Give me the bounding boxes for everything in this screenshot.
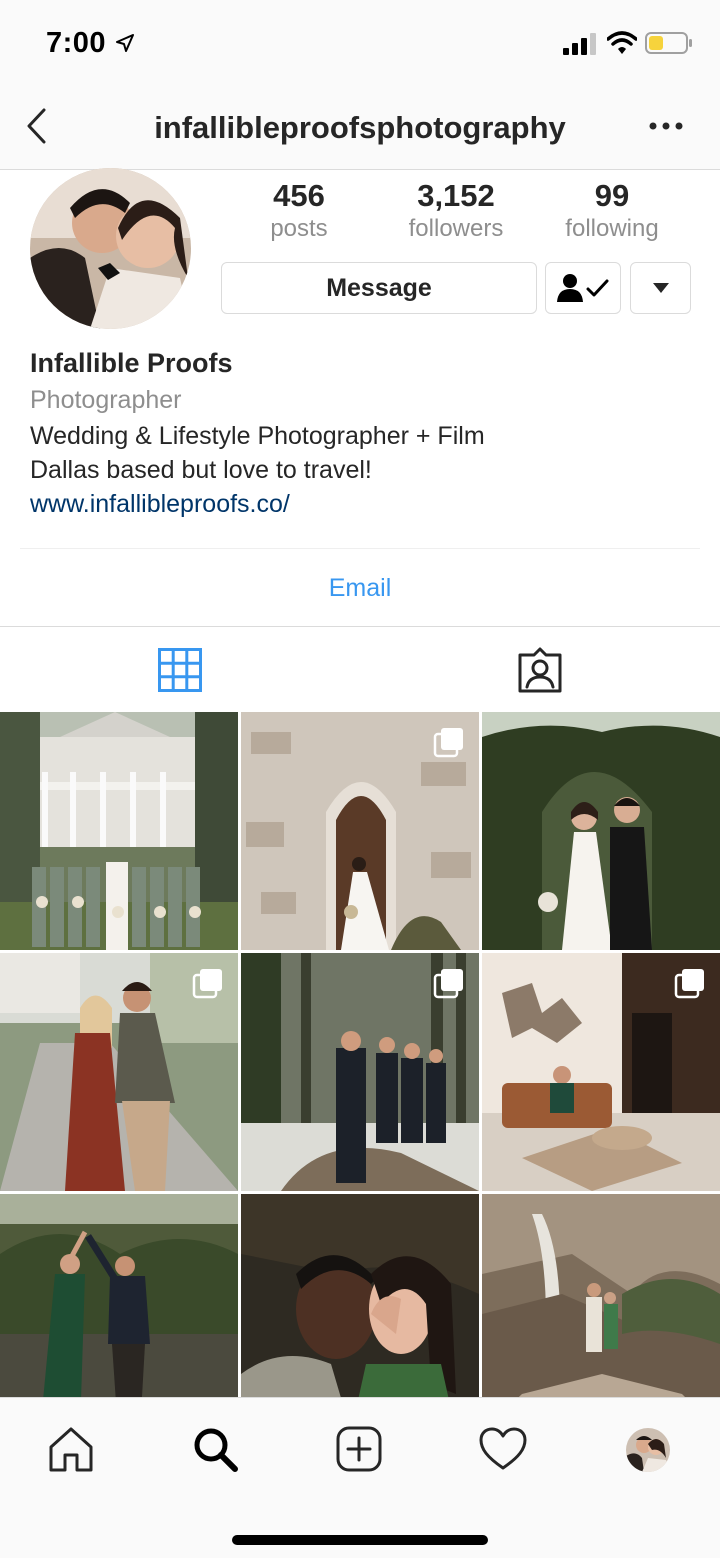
profile-avatar[interactable]: [30, 168, 191, 329]
suggestions-dropdown-button[interactable]: [630, 262, 691, 314]
profile-header-bar: infallibleproofsphotography: [0, 88, 720, 170]
tagged-person-icon: [518, 647, 562, 692]
message-button[interactable]: Message: [221, 262, 537, 314]
tab-tagged[interactable]: [360, 627, 720, 712]
multiple-photos-icon: [433, 728, 463, 758]
status-bar: 7:00: [0, 0, 720, 88]
posts-count-value: 456: [273, 178, 325, 213]
post-thumbnail[interactable]: [482, 953, 720, 1191]
search-tab[interactable]: [190, 1424, 240, 1474]
person-check-icon: [557, 274, 609, 302]
wifi-icon: [607, 31, 637, 54]
home-icon: [49, 1427, 93, 1472]
bottom-tab-bar: [0, 1397, 720, 1558]
bio-line: Dallas based but love to travel!: [30, 456, 372, 484]
tab-grid[interactable]: [0, 627, 360, 712]
following-count-label: following: [565, 215, 659, 242]
email-button[interactable]: Email: [0, 550, 720, 626]
followers-count[interactable]: 3,152 followers: [386, 178, 526, 244]
website-link[interactable]: www.infallibleproofs.co/: [30, 490, 290, 519]
search-icon: [194, 1428, 238, 1472]
post-thumbnail[interactable]: [0, 712, 238, 950]
followers-count-label: followers: [408, 215, 504, 242]
activity-tab[interactable]: [478, 1424, 528, 1474]
home-indicator: [232, 1535, 488, 1545]
heart-icon: [479, 1427, 527, 1470]
signal-icon: [563, 33, 596, 55]
following-status-button[interactable]: [545, 262, 621, 314]
multiple-photos-icon: [433, 969, 463, 999]
followers-count-value: 3,152: [417, 178, 495, 213]
posts-count-label: posts: [270, 215, 328, 242]
posts-count[interactable]: 456 posts: [229, 178, 369, 244]
caret-down-icon: [652, 283, 669, 293]
following-count-value: 99: [594, 178, 630, 213]
profile-tab-avatar[interactable]: [626, 1428, 670, 1472]
post-thumbnail[interactable]: [241, 953, 479, 1191]
profile-username: infallibleproofsphotography: [154, 110, 566, 145]
battery-icon: [645, 32, 692, 54]
post-thumbnail[interactable]: [482, 712, 720, 950]
multiple-photos-icon: [674, 969, 704, 999]
post-thumbnail[interactable]: [241, 712, 479, 950]
home-tab[interactable]: [46, 1424, 96, 1474]
profile-category: Photographer: [30, 386, 182, 414]
post-thumbnail[interactable]: [0, 953, 238, 1191]
status-time: 7:00: [46, 27, 107, 59]
posts-grid: [0, 712, 720, 1432]
following-count[interactable]: 99 following: [542, 178, 682, 244]
bio-line: Wedding & Lifestyle Photographer + Film: [30, 422, 485, 450]
location-arrow-icon: [116, 34, 134, 52]
ellipsis-icon[interactable]: [648, 118, 684, 134]
grid-icon: [158, 647, 202, 692]
profile-display-name: Infallible Proofs: [30, 348, 233, 378]
new-post-tab[interactable]: [334, 1424, 384, 1474]
divider: [20, 548, 700, 549]
multiple-photos-icon: [192, 969, 222, 999]
add-post-icon: [336, 1426, 382, 1472]
